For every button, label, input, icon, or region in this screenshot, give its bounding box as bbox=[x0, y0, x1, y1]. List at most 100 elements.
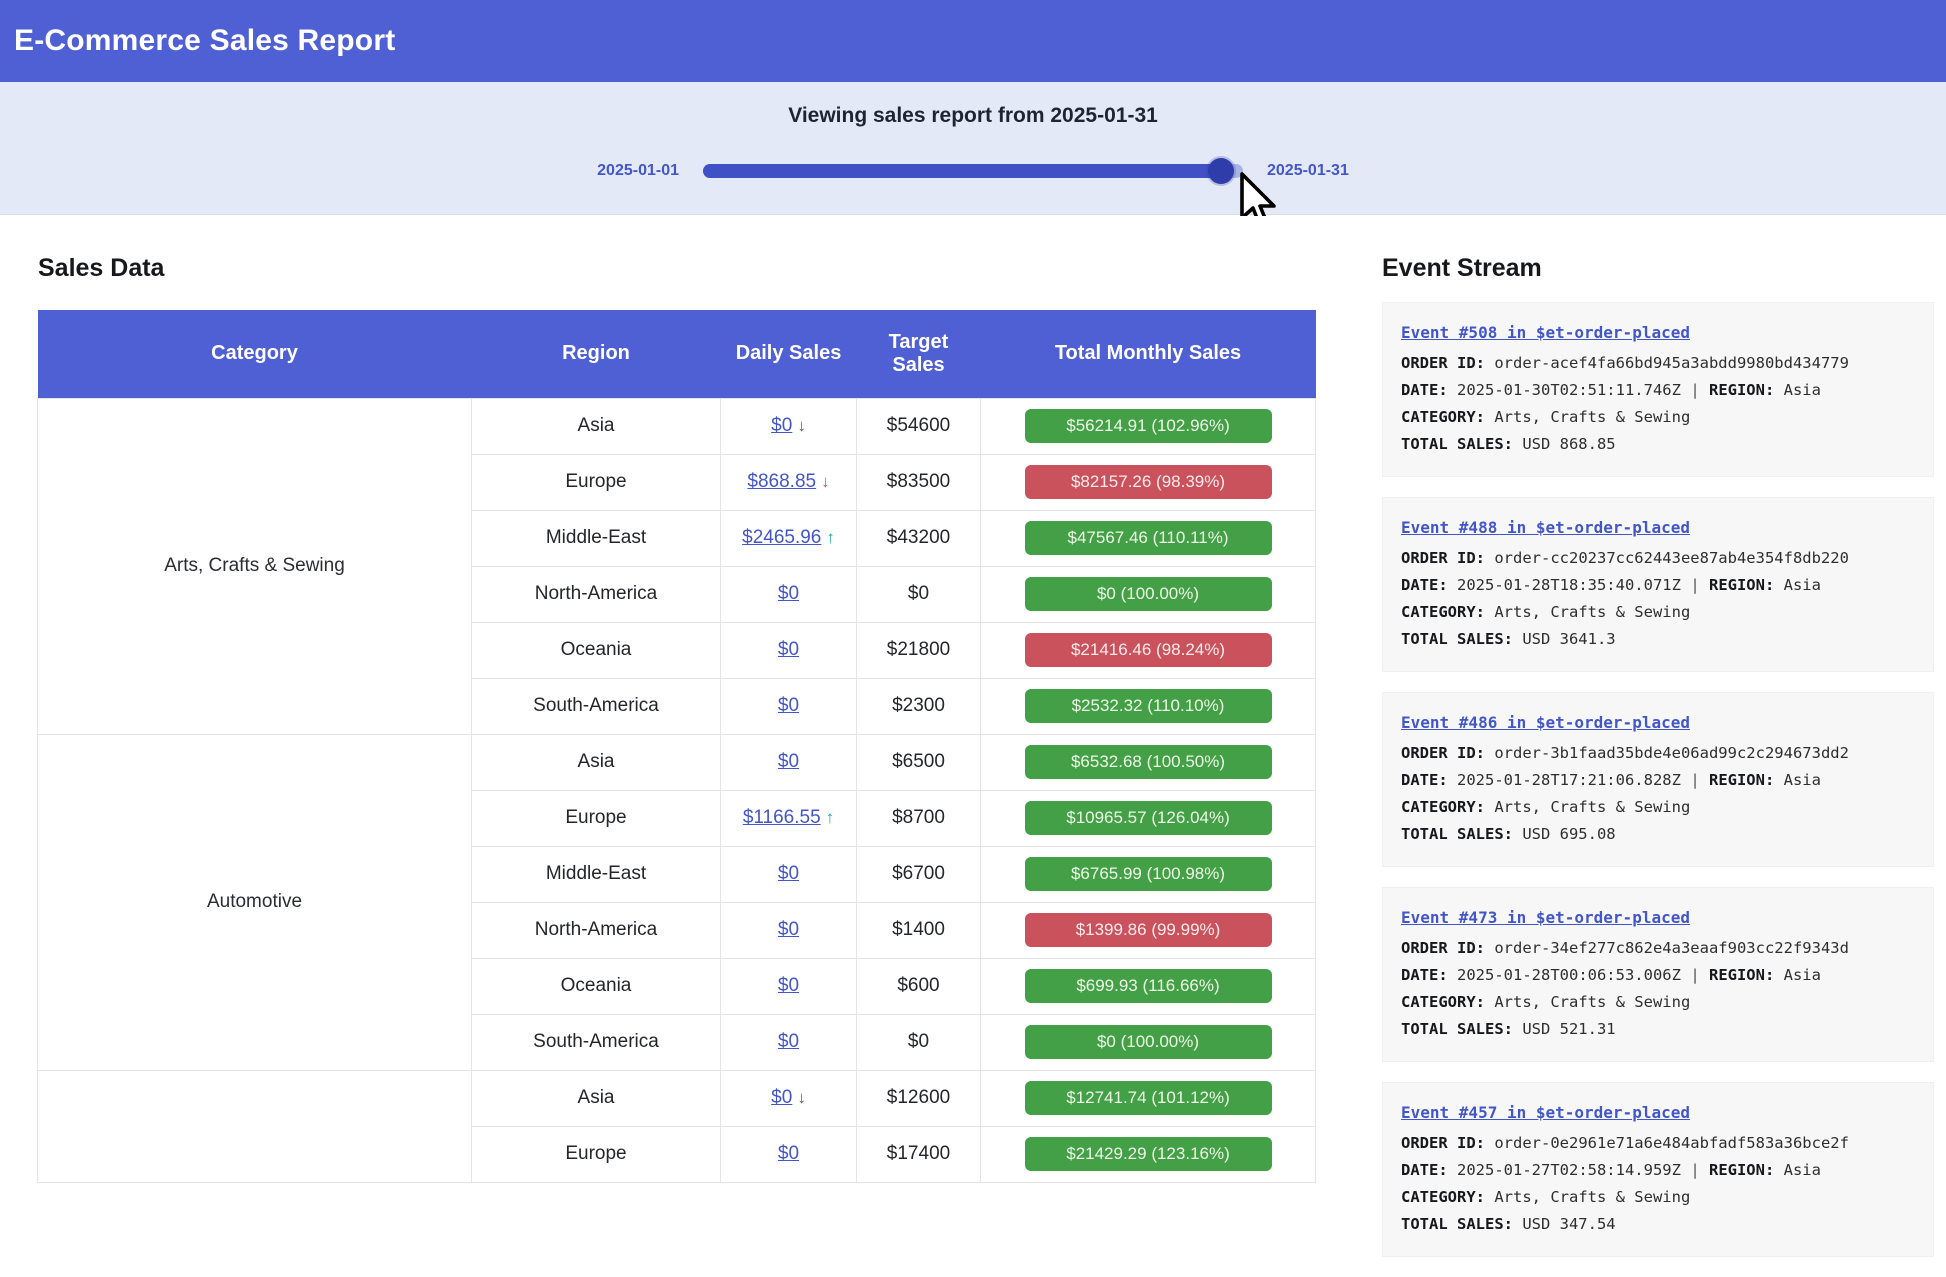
target-sales-cell: $83500 bbox=[857, 454, 981, 510]
category-cell: Arts, Crafts & Sewing bbox=[38, 398, 472, 734]
event-stream-list: Event #508 in $et-order-placed ORDER ID: … bbox=[1382, 302, 1934, 1277]
daily-sales-cell: $0↓ bbox=[721, 398, 857, 454]
sales-table: Category Region Daily Sales Target Sales… bbox=[37, 310, 1316, 1183]
monthly-sales-badge: $82157.26 (98.39%) bbox=[1025, 465, 1272, 499]
event-card: Event #488 in $et-order-placed ORDER ID: … bbox=[1382, 497, 1934, 672]
daily-sales-link[interactable]: $868.85 bbox=[747, 471, 816, 492]
event-detail-line: ORDER ID: order-34ef277c862e4a3eaaf903cc… bbox=[1401, 935, 1915, 962]
total-monthly-sales-cell: $56214.91 (102.96%) bbox=[981, 398, 1316, 454]
date-slider[interactable] bbox=[703, 164, 1243, 178]
event-detail-line: ORDER ID: order-acef4fa66bd945a3abdd9980… bbox=[1401, 350, 1915, 377]
event-detail-line: DATE: 2025-01-28T17:21:06.828Z | REGION:… bbox=[1401, 767, 1915, 794]
daily-sales-cell: $0 bbox=[721, 566, 857, 622]
daily-sales-cell: $868.85 ↓ bbox=[721, 454, 857, 510]
total-monthly-sales-cell: $6765.99 (100.98%) bbox=[981, 846, 1316, 902]
target-sales-cell: $54600 bbox=[857, 398, 981, 454]
event-detail-line: DATE: 2025-01-28T00:06:53.006Z | REGION:… bbox=[1401, 962, 1915, 989]
daily-sales-cell: $0 bbox=[721, 1014, 857, 1070]
daily-sales-cell: $0 bbox=[721, 958, 857, 1014]
event-link[interactable]: Event #508 in $et-order-placed bbox=[1401, 319, 1690, 346]
region-cell: Asia bbox=[472, 734, 721, 790]
daily-sales-cell: $0 ↓ bbox=[721, 1070, 857, 1126]
trend-up-icon: ↑ bbox=[826, 528, 835, 547]
slider-min-date-label: 2025-01-01 bbox=[597, 162, 679, 180]
total-monthly-sales-cell: $12741.74 (101.12%) bbox=[981, 1070, 1316, 1126]
monthly-sales-badge: $6532.68 (100.50%) bbox=[1025, 745, 1272, 779]
region-cell: North-America bbox=[472, 902, 721, 958]
region-cell: North-America bbox=[472, 566, 721, 622]
total-monthly-sales-cell: $82157.26 (98.39%) bbox=[981, 454, 1316, 510]
trend-down-icon: ↓ bbox=[821, 472, 830, 491]
event-detail-line: TOTAL SALES: USD 3641.3 bbox=[1401, 626, 1915, 653]
event-link[interactable]: Event #457 in $et-order-placed bbox=[1401, 1099, 1690, 1126]
event-detail-line: CATEGORY: Arts, Crafts & Sewing bbox=[1401, 989, 1915, 1016]
event-card: Event #473 in $et-order-placed ORDER ID: … bbox=[1382, 887, 1934, 1062]
monthly-sales-badge: $10965.57 (126.04%) bbox=[1025, 801, 1272, 835]
sales-data-heading: Sales Data bbox=[38, 254, 164, 283]
event-card: Event #508 in $et-order-placed ORDER ID: … bbox=[1382, 302, 1934, 477]
category-cell: Automotive bbox=[38, 734, 472, 1070]
target-sales-cell: $21800 bbox=[857, 622, 981, 678]
daily-sales-link[interactable]: $0 bbox=[778, 639, 799, 660]
event-link[interactable]: Event #473 in $et-order-placed bbox=[1401, 904, 1690, 931]
event-detail-line: ORDER ID: order-3b1faad35bde4e06ad99c2c2… bbox=[1401, 740, 1915, 767]
event-detail-line: DATE: 2025-01-30T02:51:11.746Z | REGION:… bbox=[1401, 377, 1915, 404]
event-link[interactable]: Event #488 in $et-order-placed bbox=[1401, 514, 1690, 541]
event-detail-line: CATEGORY: Arts, Crafts & Sewing bbox=[1401, 599, 1915, 626]
daily-sales-link[interactable]: $0 bbox=[778, 1031, 799, 1052]
monthly-sales-badge: $56214.91 (102.96%) bbox=[1025, 409, 1272, 443]
total-monthly-sales-cell: $10965.57 (126.04%) bbox=[981, 790, 1316, 846]
event-link[interactable]: Event #486 in $et-order-placed bbox=[1401, 709, 1690, 736]
slider-status-text: Viewing sales report from 2025-01-31 bbox=[0, 82, 1946, 128]
daily-sales-link[interactable]: $0 bbox=[778, 975, 799, 996]
monthly-sales-badge: $21416.46 (98.24%) bbox=[1025, 633, 1272, 667]
event-detail-line: ORDER ID: order-0e2961e71a6e484abfadf583… bbox=[1401, 1130, 1915, 1157]
slider-handle[interactable] bbox=[1208, 158, 1234, 184]
daily-sales-link[interactable]: $0 bbox=[771, 1087, 792, 1108]
table-row: Arts, Crafts & SewingAsia$0↓$54600$56214… bbox=[38, 398, 1316, 454]
target-sales-cell: $2300 bbox=[857, 678, 981, 734]
trend-up-icon: ↑ bbox=[826, 808, 835, 827]
column-header-region: Region bbox=[472, 310, 721, 398]
region-cell: Middle-East bbox=[472, 510, 721, 566]
daily-sales-link[interactable]: $2465.96 bbox=[742, 527, 821, 548]
daily-sales-cell: $0 bbox=[721, 734, 857, 790]
daily-sales-link[interactable]: $1166.55 bbox=[743, 807, 821, 828]
daily-sales-link[interactable]: $0 bbox=[771, 415, 792, 436]
monthly-sales-badge: $6765.99 (100.98%) bbox=[1025, 857, 1272, 891]
region-cell: Middle-East bbox=[472, 846, 721, 902]
app-header: E-Commerce Sales Report bbox=[0, 0, 1946, 82]
category-cell bbox=[38, 1070, 472, 1182]
region-cell: Oceania bbox=[472, 958, 721, 1014]
daily-sales-link[interactable]: $0 bbox=[778, 583, 799, 604]
event-detail-line: TOTAL SALES: USD 868.85 bbox=[1401, 431, 1915, 458]
column-header-category: Category bbox=[38, 310, 472, 398]
monthly-sales-badge: $2532.32 (110.10%) bbox=[1025, 689, 1272, 723]
table-row: AutomotiveAsia$0$6500$6532.68 (100.50%) bbox=[38, 734, 1316, 790]
column-header-target-sales: Target Sales bbox=[857, 310, 981, 398]
trend-down-icon: ↓ bbox=[797, 1088, 806, 1107]
daily-sales-cell: $0 bbox=[721, 678, 857, 734]
column-header-total-monthly-sales: Total Monthly Sales bbox=[981, 310, 1316, 398]
total-monthly-sales-cell: $21429.29 (123.16%) bbox=[981, 1126, 1316, 1182]
date-slider-section: Viewing sales report from 2025-01-31 202… bbox=[0, 82, 1946, 215]
daily-sales-cell: $0 bbox=[721, 846, 857, 902]
monthly-sales-badge: $47567.46 (110.11%) bbox=[1025, 521, 1272, 555]
region-cell: Asia bbox=[472, 1070, 721, 1126]
daily-sales-link[interactable]: $0 bbox=[778, 751, 799, 772]
daily-sales-link[interactable]: $0 bbox=[778, 695, 799, 716]
region-cell: South-America bbox=[472, 1014, 721, 1070]
daily-sales-link[interactable]: $0 bbox=[778, 919, 799, 940]
total-monthly-sales-cell: $2532.32 (110.10%) bbox=[981, 678, 1316, 734]
target-sales-cell: $6700 bbox=[857, 846, 981, 902]
daily-sales-link[interactable]: $0 bbox=[778, 1143, 799, 1164]
slider-fill bbox=[703, 164, 1221, 178]
monthly-sales-badge: $21429.29 (123.16%) bbox=[1025, 1137, 1272, 1171]
event-detail-line: ORDER ID: order-cc20237cc62443ee87ab4e35… bbox=[1401, 545, 1915, 572]
monthly-sales-badge: $1399.86 (99.99%) bbox=[1025, 913, 1272, 947]
daily-sales-cell: $0 bbox=[721, 622, 857, 678]
daily-sales-link[interactable]: $0 bbox=[778, 863, 799, 884]
event-card: Event #457 in $et-order-placed ORDER ID: … bbox=[1382, 1082, 1934, 1257]
monthly-sales-badge: $0 (100.00%) bbox=[1025, 577, 1272, 611]
region-cell: Asia bbox=[472, 398, 721, 454]
